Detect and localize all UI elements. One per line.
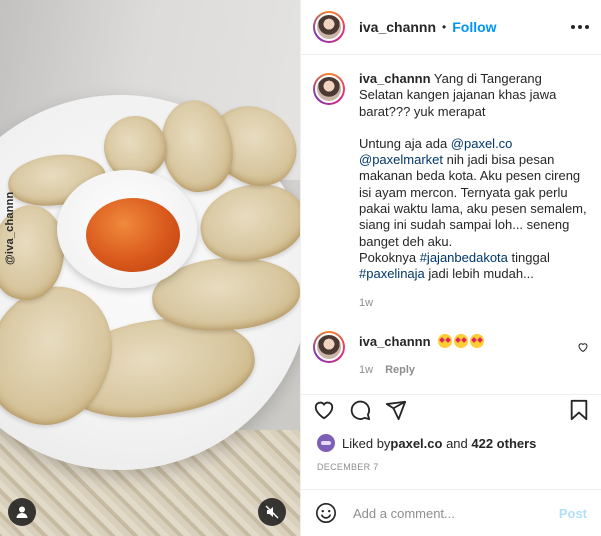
add-comment-bar: Post bbox=[301, 489, 601, 536]
header-separator: • bbox=[442, 20, 447, 34]
caption-text-segment: Untung aja ada bbox=[359, 135, 451, 151]
comments-section: iva_channn Yang di Tangerang Selatan kan… bbox=[301, 55, 601, 311]
avatar[interactable] bbox=[313, 331, 345, 363]
heart-icon[interactable] bbox=[313, 399, 335, 421]
post-date[interactable]: DECEMBER 7 bbox=[317, 462, 379, 472]
post-actions bbox=[301, 394, 601, 424]
heart-eyes-emoji bbox=[454, 334, 469, 348]
more-options-icon[interactable] bbox=[571, 25, 589, 29]
comment-icon[interactable] bbox=[349, 399, 371, 421]
caption-text-segment: tinggal bbox=[507, 249, 550, 265]
post-comment-button[interactable]: Post bbox=[559, 506, 587, 521]
avatar[interactable] bbox=[313, 73, 345, 105]
comment-meta: 1w Reply bbox=[359, 362, 589, 378]
likes-summary: Liked by paxel.co and 422 others bbox=[317, 434, 536, 452]
smiley-icon[interactable] bbox=[315, 502, 337, 524]
heart-outline-icon[interactable] bbox=[577, 341, 589, 353]
mention-link[interactable]: @paxel.co bbox=[451, 136, 513, 151]
follow-button[interactable]: Follow bbox=[452, 19, 496, 35]
avatar[interactable] bbox=[313, 11, 345, 43]
hashtag-link[interactable]: #paxelinaja bbox=[359, 266, 425, 281]
caption-meta: 1w bbox=[359, 295, 589, 311]
bookmark-icon[interactable] bbox=[569, 399, 589, 421]
caption-username[interactable]: iva_channn bbox=[359, 71, 431, 86]
caption-timestamp[interactable]: 1w bbox=[359, 295, 373, 311]
reply-button[interactable]: Reply bbox=[385, 362, 415, 378]
comment-username[interactable]: iva_channn bbox=[359, 334, 431, 349]
liker-avatar[interactable] bbox=[317, 434, 335, 452]
likes-others[interactable]: 422 others bbox=[471, 436, 536, 451]
photo-watermark: @iva_channn bbox=[4, 191, 16, 265]
heart-eyes-emoji bbox=[438, 334, 453, 348]
heart-eyes-emoji bbox=[470, 334, 485, 348]
mute-button[interactable] bbox=[258, 498, 286, 526]
send-icon[interactable] bbox=[385, 399, 407, 421]
hashtag-link[interactable]: #jajanbedakota bbox=[420, 250, 508, 265]
chili-sauce bbox=[86, 198, 180, 272]
likes-prefix: Liked by bbox=[342, 435, 391, 451]
mention-link[interactable]: @paxelmarket bbox=[359, 152, 443, 167]
post-header: iva_channn • Follow bbox=[301, 0, 601, 55]
comment-timestamp[interactable]: 1w bbox=[359, 362, 373, 378]
caption-text: iva_channn Yang di Tangerang Selatan kan… bbox=[359, 71, 589, 311]
caption-text-segment: jadi lebih mudah... bbox=[424, 266, 534, 282]
liker-username[interactable]: paxel.co bbox=[390, 436, 442, 451]
muted-speaker-icon bbox=[265, 505, 279, 519]
comment-body: iva_channn 1w Reply bbox=[359, 331, 589, 379]
caption-text-segment: Pokoknya bbox=[359, 249, 420, 265]
caption-comment: iva_channn Yang di Tangerang Selatan kan… bbox=[313, 71, 589, 311]
likes-mid: and bbox=[442, 435, 472, 451]
post-author-username[interactable]: iva_channn bbox=[359, 19, 436, 35]
user-icon bbox=[16, 506, 28, 518]
comment-input[interactable] bbox=[353, 505, 559, 521]
tagged-users-button[interactable] bbox=[8, 498, 36, 526]
heart-eyes-emoji-group bbox=[438, 334, 485, 348]
post-side-panel: iva_channn • Follow iva_channn Yang di T… bbox=[300, 0, 601, 536]
comment-item: iva_channn 1w Reply bbox=[313, 331, 589, 379]
post-photo[interactable]: @iva_channn bbox=[0, 0, 300, 536]
